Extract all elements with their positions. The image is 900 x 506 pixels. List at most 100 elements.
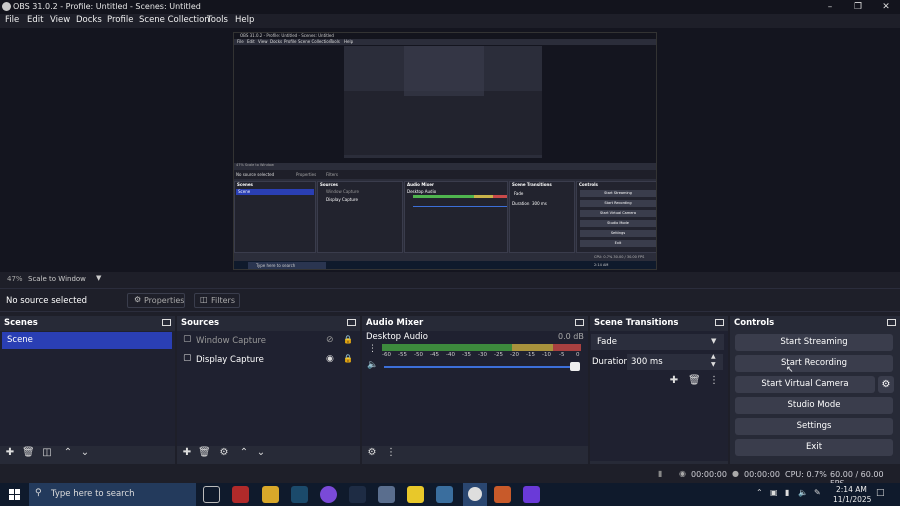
preview-zoom-bar: 47% Scale to Window ▼ xyxy=(0,273,900,285)
mini-zoom-label: 47% Scale to Window xyxy=(236,163,274,167)
menu-view[interactable]: View xyxy=(50,15,70,25)
lock-icon[interactable]: 🔒 xyxy=(343,354,353,363)
spin-down-icon[interactable]: ▼ xyxy=(711,361,716,368)
app-icon-cloud[interactable] xyxy=(378,486,395,503)
app-icon-dark[interactable] xyxy=(349,486,366,503)
source-toolbar: No source selected ⚙ Properties ◫ Filter… xyxy=(0,288,900,312)
mini-filters-label: Filters xyxy=(326,172,338,177)
menu-help[interactable]: Help xyxy=(235,15,254,25)
add-source-icon[interactable]: ✚ xyxy=(181,447,193,459)
meter-tick: -15 xyxy=(526,352,535,358)
maximize-button[interactable]: ❐ xyxy=(844,0,872,14)
dock-float-icon[interactable] xyxy=(162,319,171,326)
notification-icon[interactable]: □ xyxy=(876,488,885,498)
start-streaming-button[interactable]: Start Streaming xyxy=(735,334,893,351)
audio-settings-icon[interactable]: ⚙ xyxy=(366,447,378,459)
scene-item[interactable]: Scene xyxy=(2,332,172,349)
exit-button[interactable]: Exit xyxy=(735,439,893,456)
eye-icon[interactable]: ◉ xyxy=(326,354,334,364)
scale-mode-select[interactable]: Scale to Window xyxy=(28,275,86,283)
mini-menu-help: Help xyxy=(344,39,354,44)
menu-profile[interactable]: Profile xyxy=(107,15,133,25)
duration-spinbox[interactable]: 300 ms ▲ ▼ xyxy=(627,353,723,370)
no-source-label: No source selected xyxy=(6,296,88,306)
remove-scene-icon[interactable]: 🗑 xyxy=(22,447,35,459)
app-icon-purple[interactable] xyxy=(523,486,540,503)
dock-float-icon[interactable] xyxy=(575,319,584,326)
mouse-cursor-icon: ↖ xyxy=(786,365,794,375)
windows-start-icon[interactable] xyxy=(9,489,20,500)
menu-docks[interactable]: Docks xyxy=(76,15,102,25)
volume-slider[interactable] xyxy=(384,366,576,368)
mini-menu-view: View xyxy=(258,39,268,44)
add-scene-icon[interactable]: ✚ xyxy=(4,447,16,459)
search-box[interactable]: ⚲ Type here to search xyxy=(29,483,196,506)
transitions-body: Fade ▼ Duration 300 ms ▲ ▼ ✚ 🗑 ⋮ xyxy=(590,331,728,461)
volume-slider-handle[interactable] xyxy=(570,362,580,371)
mini-menu-file: File xyxy=(237,39,244,44)
dock-float-icon[interactable] xyxy=(887,319,896,326)
source-item-display-capture[interactable]: ▢ Display Capture ◉ 🔒 xyxy=(179,352,357,369)
audio-menu-icon[interactable]: ⋮ xyxy=(385,447,397,459)
volume-tray-icon[interactable]: 🔈 xyxy=(798,488,808,497)
menu-edit[interactable]: Edit xyxy=(27,15,43,25)
obs-taskbar-icon[interactable] xyxy=(463,483,487,506)
speaker-icon[interactable]: 🔈 xyxy=(367,360,378,370)
task-view-icon[interactable] xyxy=(203,486,220,503)
start-recording-button[interactable]: Start Recording xyxy=(735,355,893,372)
calculator-icon[interactable] xyxy=(436,486,453,503)
chevron-up-icon[interactable]: ⌃ xyxy=(756,488,763,497)
dock-float-icon[interactable] xyxy=(715,319,724,326)
cpu-usage: CPU: 0.7% xyxy=(785,470,827,479)
taskbar: ⚲ Type here to search ⌃ ▣ ▮ 🔈 ✎ 2:14 AM … xyxy=(0,483,900,506)
scene-transitions-title: Scene Transitions xyxy=(594,318,679,328)
remove-source-icon[interactable]: 🗑 xyxy=(198,447,211,459)
clock-time[interactable]: 2:14 AM xyxy=(836,485,867,494)
microphone-tray-icon[interactable]: ▮ xyxy=(785,488,789,497)
lock-icon[interactable]: 🔒 xyxy=(343,335,353,344)
mini-no-source-label: No source selected xyxy=(236,172,275,177)
settings-button[interactable]: Settings xyxy=(735,418,893,435)
move-up-icon[interactable]: ⌃ xyxy=(62,447,74,459)
browser-icon[interactable] xyxy=(320,486,337,503)
properties-button[interactable]: ⚙ Properties xyxy=(127,293,185,308)
close-button[interactable]: ✕ xyxy=(872,0,900,14)
source-item-window-capture[interactable]: ▢ Window Capture ⊘ 🔒 xyxy=(179,333,357,350)
minimize-button[interactable]: – xyxy=(816,0,844,14)
eye-hidden-icon[interactable]: ⊘ xyxy=(326,335,334,345)
stream-time: 00:00:00 xyxy=(691,470,727,479)
sticky-notes-icon[interactable] xyxy=(407,486,424,503)
menu-file[interactable]: File xyxy=(5,15,19,25)
transition-type-select[interactable]: Fade ▼ xyxy=(591,334,724,350)
dock-float-icon[interactable] xyxy=(347,319,356,326)
menu-scene-collection[interactable]: Scene Collection xyxy=(139,15,210,25)
transition-menu-icon[interactable]: ⋮ xyxy=(708,375,720,387)
audio-menu-icon[interactable]: ⋮ xyxy=(368,344,377,354)
camera-tray-icon[interactable]: ▣ xyxy=(770,488,778,497)
app-icon-r[interactable] xyxy=(232,486,249,503)
steam-icon[interactable] xyxy=(291,486,308,503)
spin-up-icon[interactable]: ▲ xyxy=(711,353,716,360)
preview-canvas[interactable]: OBS 31.0.2 - Profile: Untitled - Scenes:… xyxy=(233,32,657,270)
virtual-camera-settings-icon[interactable]: ⚙ xyxy=(878,376,894,393)
studio-mode-button[interactable]: Studio Mode xyxy=(735,397,893,414)
audio-mixer-body: Desktop Audio 0.0 dB ⋮ -60 -55 -50 -45 -… xyxy=(362,331,588,446)
menu-tools[interactable]: Tools xyxy=(207,15,228,25)
app-icon-orange[interactable] xyxy=(494,486,511,503)
mini-controls-dock: Controls Start Streaming Start Recording… xyxy=(576,181,656,253)
pen-tray-icon[interactable]: ✎ xyxy=(814,488,821,497)
move-down-icon[interactable]: ⌄ xyxy=(79,447,91,459)
move-down-icon[interactable]: ⌄ xyxy=(255,447,267,459)
scene-filters-icon[interactable]: ◫ xyxy=(41,447,53,459)
filters-button[interactable]: ◫ Filters xyxy=(194,293,240,308)
source-properties-icon[interactable]: ⚙ xyxy=(218,447,230,459)
clock-date[interactable]: 11/1/2025 xyxy=(833,495,871,504)
controls-title: Controls xyxy=(734,318,775,328)
file-explorer-icon[interactable] xyxy=(262,486,279,503)
start-virtual-camera-button[interactable]: Start Virtual Camera xyxy=(735,376,875,393)
scale-mode-dropdown-icon[interactable]: ▼ xyxy=(96,274,101,282)
remove-transition-icon[interactable]: 🗑 xyxy=(688,375,701,387)
move-up-icon[interactable]: ⌃ xyxy=(238,447,250,459)
add-transition-icon[interactable]: ✚ xyxy=(668,375,680,387)
mini-controls-title: Controls xyxy=(579,182,598,187)
